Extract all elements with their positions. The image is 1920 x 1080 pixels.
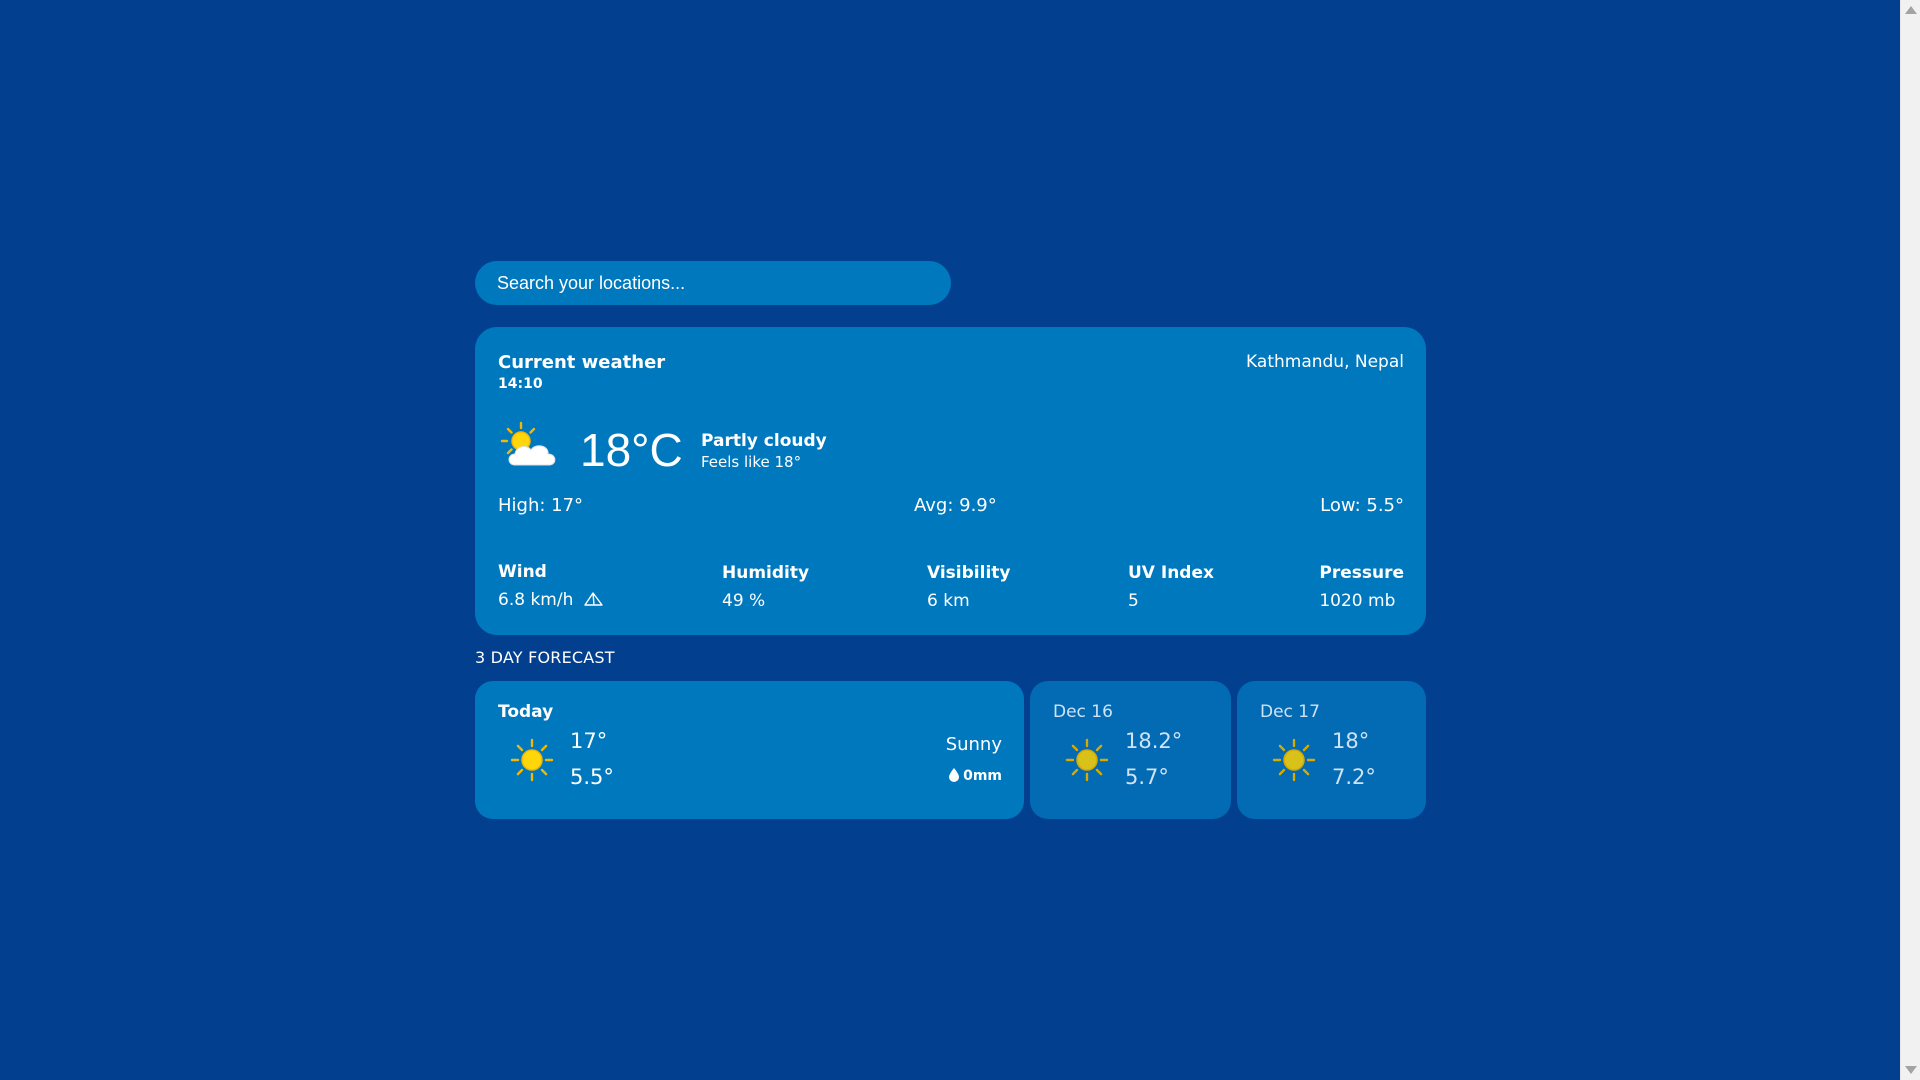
uv-index-label: UV Index xyxy=(1128,563,1214,583)
average-temperature: Avg: 9.9° xyxy=(914,495,997,516)
raindrop-icon xyxy=(949,768,960,782)
high-temperature: High: 17° xyxy=(498,495,584,516)
vertical-scrollbar[interactable] xyxy=(1900,0,1920,1080)
pressure-value: 1020 mb xyxy=(1319,591,1396,611)
wind-value: 6.8 km/h xyxy=(498,590,574,610)
stat-humidity: Humidity 49 % xyxy=(722,563,809,611)
wind-label: Wind xyxy=(498,562,547,582)
current-temperature: 18°C xyxy=(580,424,683,476)
partly-cloudy-icon xyxy=(500,421,556,466)
humidity-value: 49 % xyxy=(722,591,766,611)
forecast-high: 18.2° xyxy=(1125,729,1183,753)
forecast-low: 5.5° xyxy=(570,765,614,789)
wind-value-row: 6.8 km/h xyxy=(498,590,605,610)
forecast-day: Dec 16 xyxy=(1053,702,1113,722)
feels-like: Feels like 18° xyxy=(701,453,802,471)
stat-visibility: Visibility 6 km xyxy=(927,563,1011,611)
wind-direction-icon xyxy=(584,592,603,606)
forecast-day: Dec 17 xyxy=(1260,702,1320,722)
forecast-high: 17° xyxy=(570,729,608,753)
low-temperature: Low: 5.5° xyxy=(1320,495,1404,516)
current-time: 14:10 xyxy=(498,376,543,392)
uv-index-value: 5 xyxy=(1128,591,1139,611)
forecast-heading: 3 DAY FORECAST xyxy=(475,648,615,667)
search-input[interactable] xyxy=(475,261,951,305)
visibility-label: Visibility xyxy=(927,563,1011,583)
stat-pressure: Pressure 1020 mb xyxy=(1319,563,1404,611)
humidity-label: Humidity xyxy=(722,563,810,583)
sun-icon xyxy=(510,738,554,782)
forecast-low: 5.7° xyxy=(1125,765,1169,789)
sun-icon xyxy=(1065,738,1109,782)
forecast-low: 7.2° xyxy=(1332,765,1376,789)
stat-uv-index: UV Index 5 xyxy=(1128,563,1214,611)
location-name: Kathmandu, Nepal xyxy=(1246,352,1404,372)
forecast-rain-value: 0mm xyxy=(963,768,1002,784)
forecast-card-today[interactable]: Today 17° 5.5° Sunny 0mm xyxy=(475,681,1024,819)
forecast-card-day-3[interactable]: Dec 17 18° 7.2° xyxy=(1237,681,1426,819)
sun-icon xyxy=(1272,738,1316,782)
scroll-up-arrow-icon[interactable] xyxy=(1905,6,1917,14)
visibility-value: 6 km xyxy=(927,591,970,611)
forecast-card-day-2[interactable]: Dec 16 18.2° 5.7° xyxy=(1030,681,1231,819)
forecast-condition: Sunny xyxy=(945,734,1002,755)
forecast-day: Today xyxy=(498,702,554,722)
scroll-down-arrow-icon[interactable] xyxy=(1905,1066,1917,1074)
current-condition: Partly cloudy xyxy=(701,431,827,451)
pressure-label: Pressure xyxy=(1319,563,1404,583)
forecast-high: 18° xyxy=(1332,729,1370,753)
stat-wind: Wind 6.8 km/h xyxy=(498,562,605,610)
current-weather-card: Current weather 14:10 Kathmandu, Nepal 1… xyxy=(475,327,1426,635)
forecast-rain: 0mm xyxy=(949,768,1002,784)
current-weather-title: Current weather xyxy=(498,352,666,373)
